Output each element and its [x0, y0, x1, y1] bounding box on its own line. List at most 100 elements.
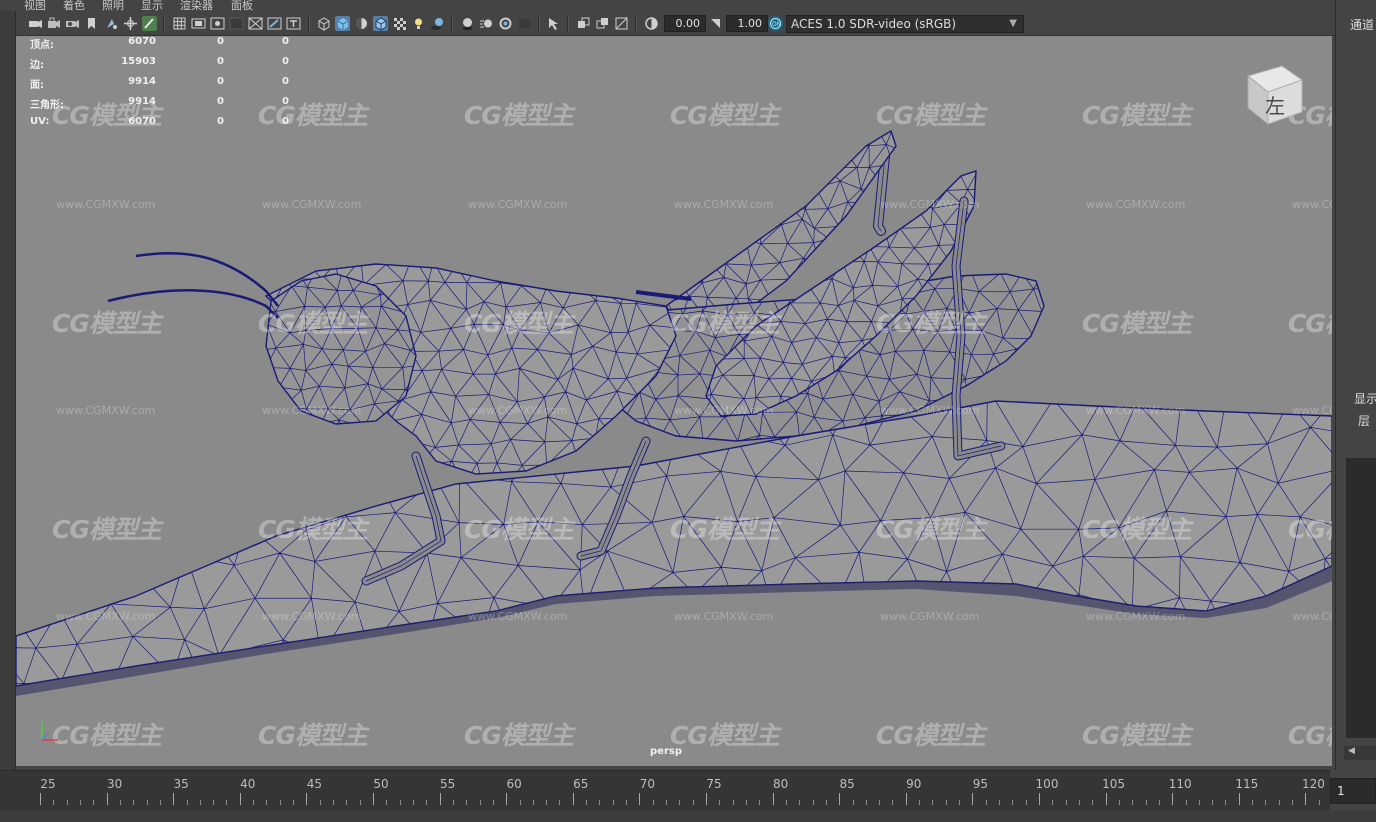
panel-toolbar: 0.00 1.00 ON ACES 1.0 SDR-video (sRGB) ▼	[16, 11, 1335, 36]
image-plane-icon[interactable]	[104, 16, 119, 31]
timeline-minor-tick	[333, 800, 335, 805]
antenna-left	[135, 251, 279, 307]
range-slider-bar[interactable]	[0, 810, 1376, 822]
exposure-field[interactable]: 0.00	[664, 15, 706, 32]
timeline-minor-tick	[1012, 800, 1014, 805]
motion-blur-icon[interactable]	[479, 16, 494, 31]
use-all-lights-icon[interactable]	[411, 16, 426, 31]
display-tab[interactable]: 显示	[1354, 390, 1376, 407]
film-gate-icon[interactable]	[191, 16, 206, 31]
hud-stat-value: 0	[217, 76, 224, 87]
menu-renderer[interactable]: 渲染器	[180, 0, 213, 11]
axis-gizmo-icon	[41, 722, 58, 741]
menu-bar: 视图 着色 照明 显示 渲染器 面板	[0, 0, 1335, 11]
backface-culling-icon[interactable]	[614, 16, 629, 31]
field-chart-icon[interactable]	[248, 16, 263, 31]
timeline-minor-tick	[346, 800, 348, 805]
watermark-logo: CG模型主	[876, 721, 986, 750]
x-ray-joints-icon[interactable]	[595, 16, 610, 31]
menu-view[interactable]: 视图	[24, 0, 46, 11]
hud-stat-value: 0	[282, 116, 289, 127]
hud-stat-value: 0	[282, 96, 289, 107]
hud-row: UV: 6070 0 0	[30, 116, 300, 136]
chevron-down-icon: ▼	[1009, 18, 1017, 29]
exposure-icon[interactable]	[644, 16, 659, 31]
toolbar-separator	[538, 16, 540, 32]
wireframe-cube-icon[interactable]	[316, 16, 331, 31]
timeline-tick-label: 75	[706, 777, 722, 791]
gamma-icon[interactable]	[708, 16, 723, 31]
layer-menu[interactable]: 层	[1358, 412, 1370, 429]
view-cube-face-label[interactable]: 左	[1265, 90, 1285, 119]
timeline-minor-tick	[159, 800, 161, 805]
watermark-logo: CG模型主	[52, 309, 162, 338]
grease-pencil-icon[interactable]	[142, 16, 157, 31]
anti-aliasing-icon[interactable]	[498, 16, 513, 31]
menu-lighting[interactable]: 照明	[102, 0, 124, 11]
wireframe-on-shaded-icon[interactable]	[373, 16, 388, 31]
timeline-tick-label: 50	[373, 777, 389, 791]
hud-stat-label: UV:	[30, 116, 50, 127]
camera-attributes-icon[interactable]	[65, 16, 80, 31]
current-frame-field[interactable]: 1	[1330, 778, 1376, 804]
watermark-url: www.CGMXW.com	[468, 198, 568, 211]
timeline-minor-tick	[1212, 800, 1214, 805]
timeline-minor-tick	[1265, 800, 1267, 805]
isolate-select-icon[interactable]	[546, 16, 561, 31]
3d-viewport[interactable]: CG模型主 CG模型主 CG模型主 CG模型主 CG模型主 CG模型主 CG模型主 CG模型主…	[16, 36, 1332, 766]
safe-title-icon[interactable]	[286, 16, 301, 31]
scroll-left-icon[interactable]: ◀	[1344, 746, 1376, 760]
screen-space-ao-icon[interactable]	[460, 16, 475, 31]
timeline-major-tick	[1305, 793, 1307, 805]
safe-action-icon[interactable]	[267, 16, 282, 31]
camera-select-icon[interactable]	[28, 16, 43, 31]
2d-pan-zoom-icon[interactable]	[123, 16, 138, 31]
watermark-url: www.CGMXW.com	[880, 198, 980, 211]
menu-panels[interactable]: 面板	[231, 0, 253, 11]
bookmark-icon[interactable]	[84, 16, 99, 31]
timeline-minor-tick	[1052, 800, 1054, 805]
resolution-gate-icon[interactable]	[210, 16, 225, 31]
timeline-minor-tick	[546, 800, 548, 805]
timeline-major-tick	[839, 793, 841, 805]
shadows-icon[interactable]	[430, 16, 445, 31]
scene-canvas[interactable]	[16, 36, 1332, 766]
depth-of-field-icon[interactable]	[517, 16, 532, 31]
timeline-major-tick	[1105, 793, 1107, 805]
timeline-tick-label: 85	[839, 777, 855, 791]
timeline-minor-tick	[1158, 800, 1160, 805]
menu-shading[interactable]: 着色	[63, 0, 85, 11]
hud-stat-value: 15903	[121, 56, 156, 67]
timeline-minor-tick	[599, 800, 601, 805]
layer-list[interactable]	[1346, 458, 1376, 738]
gate-mask-icon[interactable]	[229, 16, 244, 31]
grid-icon[interactable]	[172, 16, 187, 31]
timeline-minor-tick	[825, 800, 827, 805]
hud-stat-label: 面:	[30, 80, 44, 91]
time-slider[interactable]: 25 30 35 40 45 50 55 60 65 70 75 80 85 90 95 100 105 110 1…	[0, 770, 1330, 810]
hud-row: 顶点: 6070 0 0	[30, 36, 300, 56]
watermark-logo: CG模型主	[464, 101, 574, 130]
timeline-minor-tick	[412, 800, 414, 805]
timeline-minor-tick	[1252, 800, 1254, 805]
gamma-field[interactable]: 1.00	[726, 15, 768, 32]
watermark-logo: CG模型主	[876, 309, 986, 338]
x-ray-icon[interactable]	[576, 16, 591, 31]
color-space-dropdown[interactable]: ACES 1.0 SDR-video (sRGB) ▼	[786, 15, 1024, 33]
watermark-logo: CG模型主	[1082, 101, 1192, 130]
watermark-url: www.CGMXW.com	[880, 610, 980, 623]
view-transform-toggle-icon[interactable]: ON	[768, 16, 783, 31]
default-material-icon[interactable]	[354, 16, 369, 31]
watermark-logo: CG模型主	[876, 515, 986, 544]
channels-tab[interactable]: 通道	[1350, 16, 1374, 33]
watermark-logo: CG模型主	[1288, 721, 1332, 750]
camera-lock-icon[interactable]	[46, 16, 61, 31]
watermark-url: www.CGMXW.com	[56, 610, 156, 623]
watermark-logo: CG模型主	[258, 515, 368, 544]
menu-show[interactable]: 显示	[141, 0, 163, 11]
timeline-minor-tick	[426, 800, 428, 805]
timeline-minor-tick	[785, 800, 787, 805]
smooth-shade-cube-icon[interactable]	[335, 16, 350, 31]
textured-icon[interactable]	[392, 16, 407, 31]
watermark-url: www.CGMXW.com	[468, 404, 568, 417]
